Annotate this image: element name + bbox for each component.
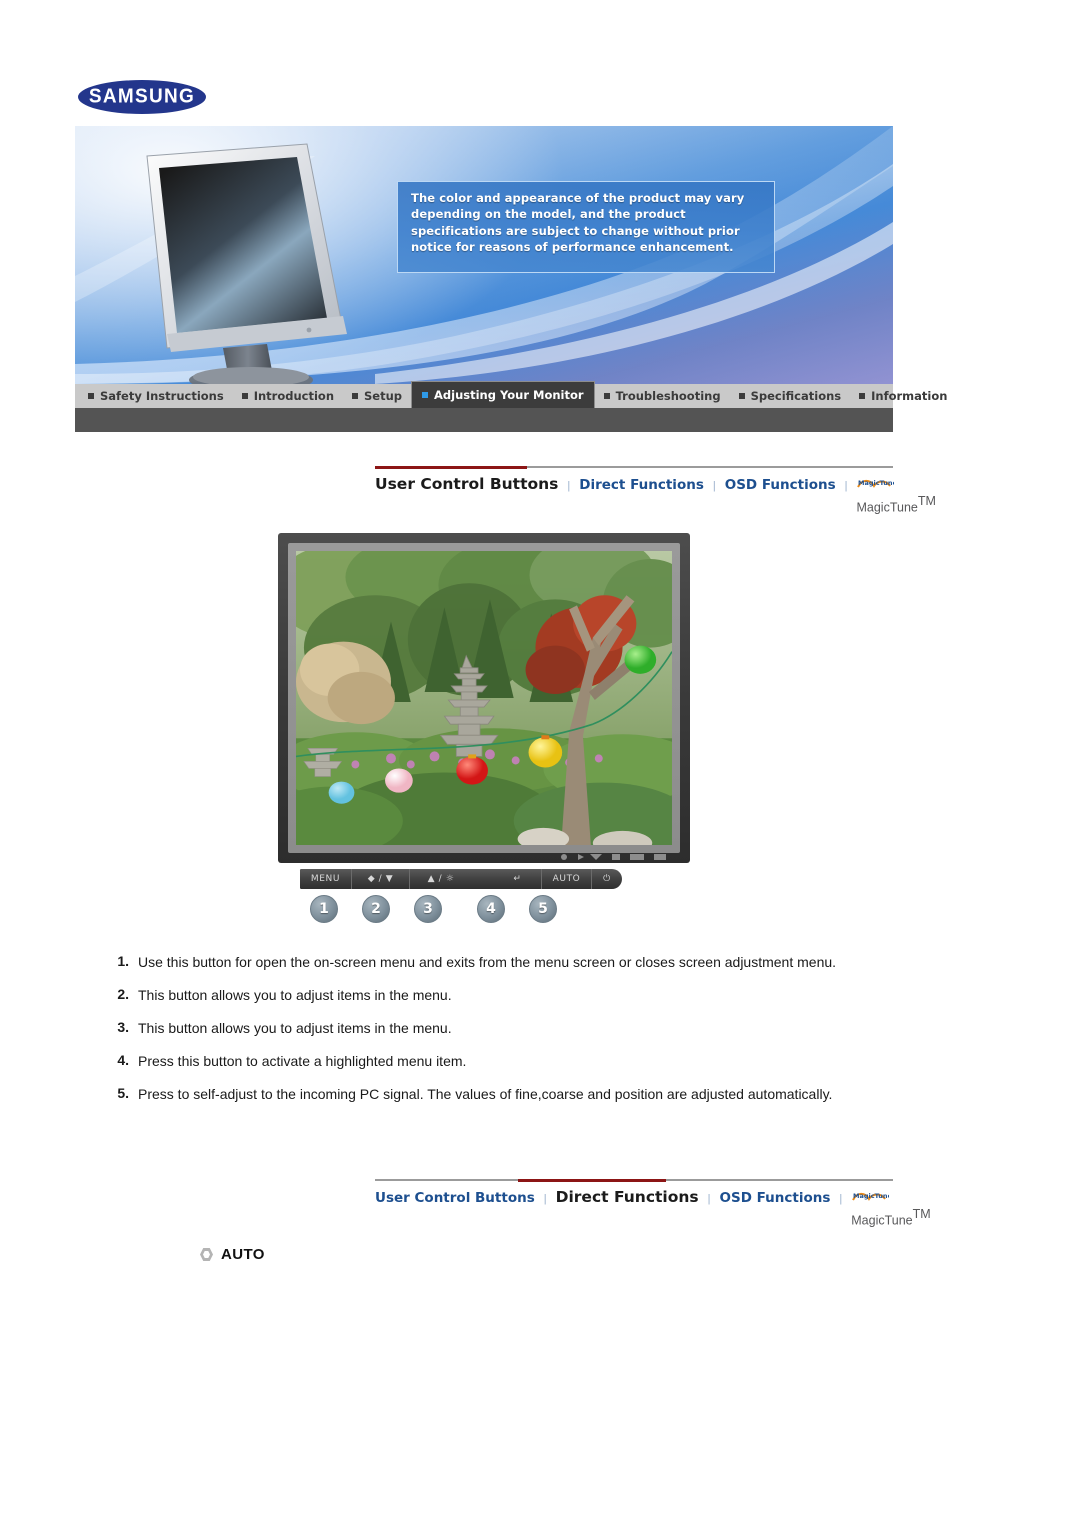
manual-page: SAMSUNG The color and appearance of the … [0, 0, 1080, 1528]
instruction-text: Use this button for open the on-screen m… [138, 954, 837, 970]
instruction-number: 5. [117, 1085, 129, 1101]
tab-label: Adjusting Your Monitor [434, 388, 584, 402]
subnav-items: User Control Buttons | Direct Functions … [375, 1188, 931, 1229]
magictune-trademark: TM [912, 1207, 931, 1221]
subnav-item-direct-functions[interactable]: Direct Functions [579, 477, 704, 493]
magictune-trademark: TM [917, 494, 936, 508]
subnav-item-magictune[interactable]: MagicTune MagicTuneTM [851, 1189, 930, 1229]
tab-label: Troubleshooting [615, 389, 721, 403]
up-brightness-button[interactable]: ▲ / ☼ [410, 869, 472, 889]
monitor-inner-frame [288, 543, 680, 853]
subnav-separator: | [839, 1193, 843, 1205]
auto-heading-label: AUTO [221, 1246, 265, 1263]
instruction-item-2: 2. This button allows you to adjust item… [112, 986, 902, 1005]
tab-information[interactable]: Information [850, 384, 956, 408]
magictune-logo-icon: MagicTune [857, 479, 894, 489]
button-number-badges: 1 2 3 4 5 [300, 895, 622, 929]
badge-5: 5 [529, 895, 557, 923]
tab-label: Introduction [253, 389, 335, 403]
badge-3: 3 [414, 895, 442, 923]
section-tabbar[interactable]: Safety Instructions Introduction Setup A… [75, 381, 947, 409]
menu-button[interactable]: MENU [300, 869, 352, 889]
subnav-active-indicator [518, 1179, 666, 1182]
subnav-item-user-control-buttons[interactable]: User Control Buttons [375, 1190, 535, 1206]
tab-label: Safety Instructions [100, 389, 224, 403]
auto-section-heading: AUTO [200, 1246, 265, 1263]
down-adjust-button[interactable]: ◆ / ▼ [352, 869, 410, 889]
subnav-separator: | [567, 480, 571, 492]
power-button[interactable]: ⏻ [592, 869, 622, 889]
instruction-number: 3. [117, 1019, 129, 1035]
tab-label: Specifications [750, 389, 842, 403]
instruction-item-5: 5. Press to self-adjust to the incoming … [112, 1085, 902, 1104]
instruction-item-4: 4. Press this button to activate a highl… [112, 1052, 902, 1071]
instruction-item-1: 1. Use this button for open the on-scree… [112, 953, 902, 972]
square-bullet-icon [859, 393, 866, 399]
badge-4: 4 [477, 895, 505, 923]
tabbar-underbar [75, 408, 893, 432]
square-bullet-icon [241, 393, 248, 399]
subnav-separator: | [543, 1193, 547, 1205]
product-notice-text: The color and appearance of the product … [411, 191, 745, 255]
tab-troubleshooting[interactable]: Troubleshooting [595, 384, 730, 408]
magictune-label: MagicTune [856, 500, 918, 515]
svg-text:MagicTune: MagicTune [853, 1192, 889, 1200]
subnav-items: User Control Buttons | Direct Functions … [375, 475, 936, 516]
monitor-front-icons [561, 854, 666, 860]
instruction-text: This button allows you to adjust items i… [138, 1020, 452, 1036]
monitor-bezel [278, 533, 690, 863]
square-bullet-icon [738, 393, 745, 399]
svg-text:MagicTune: MagicTune [858, 479, 894, 487]
square-bullet-icon [352, 393, 359, 399]
garden-scene-image [296, 551, 672, 845]
tab-specifications[interactable]: Specifications [730, 384, 851, 408]
monitor-screen [296, 551, 672, 845]
subnav-item-user-control-buttons[interactable]: User Control Buttons [375, 475, 558, 493]
magictune-logo-icon: MagicTune [852, 1192, 889, 1202]
magictune-label: MagicTune [851, 1213, 913, 1228]
instruction-list: 1. Use this button for open the on-scree… [112, 953, 902, 1118]
subnav-item-osd-functions[interactable]: OSD Functions [725, 477, 836, 493]
tab-adjusting-your-monitor[interactable]: Adjusting Your Monitor [411, 381, 595, 409]
subnav-top[interactable]: User Control Buttons | Direct Functions … [375, 466, 936, 514]
subnav-active-indicator [375, 466, 527, 469]
instruction-item-3: 3. This button allows you to adjust item… [112, 1019, 902, 1038]
subnav-bottom[interactable]: User Control Buttons | Direct Functions … [375, 1179, 931, 1227]
tab-setup[interactable]: Setup [343, 384, 411, 408]
instruction-number: 1. [117, 953, 129, 969]
hero-banner: The color and appearance of the product … [75, 126, 893, 384]
logo-ellipse: SAMSUNG [78, 80, 206, 114]
control-spacer [472, 869, 494, 889]
subnav-item-magictune[interactable]: MagicTune MagicTuneTM [856, 476, 935, 516]
tab-label: Setup [364, 389, 403, 403]
subnav-separator: | [712, 480, 716, 492]
subnav-separator: | [707, 1193, 711, 1205]
subnav-separator: | [844, 480, 848, 492]
subnav-item-direct-functions[interactable]: Direct Functions [556, 1188, 699, 1206]
instruction-text: Press to self-adjust to the incoming PC … [138, 1086, 833, 1102]
hex-bullet-icon [200, 1248, 213, 1261]
tab-introduction[interactable]: Introduction [233, 384, 343, 408]
badge-1: 1 [310, 895, 338, 923]
instruction-number: 2. [117, 986, 129, 1002]
tab-safety-instructions[interactable]: Safety Instructions [79, 384, 233, 408]
banner-monitor-illustration [146, 143, 347, 384]
auto-button[interactable]: AUTO [542, 869, 592, 889]
subnav-item-osd-functions[interactable]: OSD Functions [720, 1190, 831, 1206]
samsung-logo: SAMSUNG [78, 76, 210, 118]
monitor-control-strip[interactable]: MENU ◆ / ▼ ▲ / ☼ ↵ AUTO ⏻ [300, 869, 622, 889]
square-bullet-icon [422, 392, 429, 398]
instruction-number: 4. [117, 1052, 129, 1068]
product-notice-box: The color and appearance of the product … [397, 181, 775, 273]
logo-text: SAMSUNG [88, 85, 196, 108]
enter-button[interactable]: ↵ [494, 869, 542, 889]
instruction-text: This button allows you to adjust items i… [138, 987, 452, 1003]
badge-2: 2 [362, 895, 390, 923]
square-bullet-icon [88, 393, 94, 399]
instruction-text: Press this button to activate a highligh… [138, 1053, 467, 1069]
monitor-figure: MENU ◆ / ▼ ▲ / ☼ ↵ AUTO ⏻ 1 2 3 4 5 [278, 533, 690, 929]
square-bullet-icon [603, 393, 610, 399]
tab-label: Information [871, 389, 948, 403]
